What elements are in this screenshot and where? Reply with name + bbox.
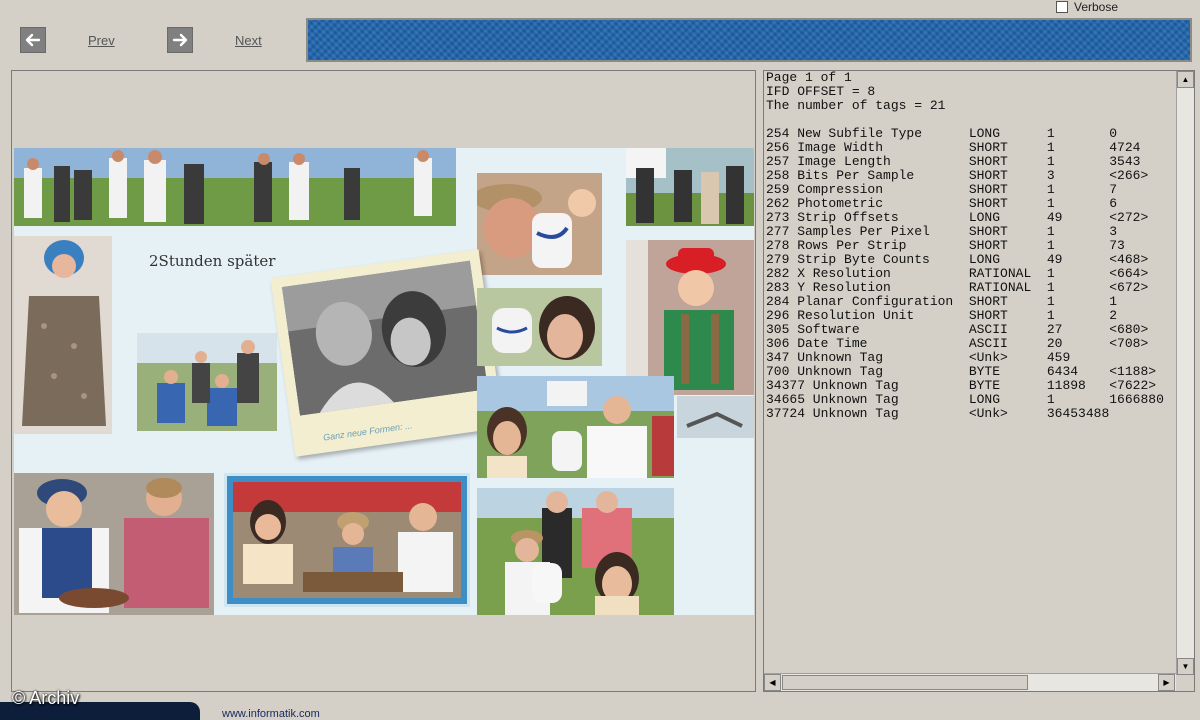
tag-info-text: Page 1 of 1 IFD OFFSET = 8 The number of t… [766,71,1174,671]
tag-row: 262 Photometric SHORT 1 6 [766,196,1118,211]
toolbar: Prev Next Verbose [0,0,1200,68]
arrow-left-icon [25,33,41,47]
verbose-label: Verbose [1074,0,1119,14]
scroll-left-button[interactable]: ◀ [764,674,781,691]
archiv-watermark: © Archiv [12,688,80,708]
tag-row: 296 Resolution Unit SHORT 1 2 [766,308,1118,323]
next-link[interactable]: Next [235,33,262,48]
photo-detail [677,396,754,438]
header-line: Page 1 of 1 [766,71,852,85]
photo-group-field [14,148,456,226]
horizontal-scrollbar[interactable]: ◀ ▶ [764,673,1176,691]
photo-women-peeling [14,473,214,615]
photo-group-toast [477,376,674,478]
verbose-checkbox[interactable]: Verbose [1056,0,1118,14]
photo-group-house [626,148,754,226]
tag-row: 282 X Resolution RATIONAL 1 <664> [766,266,1149,281]
photo-table-group [233,482,461,598]
photo-boy-red-hat [626,240,754,395]
tag-row: 700 Unknown Tag BYTE 6434 <1188> [766,364,1157,379]
photo-collage: 2Stunden später Ganz neue Formen: ... [14,148,754,615]
scroll-up-button[interactable]: ▲ [1177,71,1194,88]
photo-group-pitcher [477,488,674,615]
tag-info-panel: Page 1 of 1 IFD OFFSET = 8 The number of t… [763,70,1195,692]
tag-row: 258 Bits Per Sample SHORT 3 <266> [766,168,1149,183]
tag-row: 277 Samples Per Pixel SHORT 1 3 [766,224,1118,239]
image-preview-panel: 2Stunden später Ganz neue Formen: ... [11,70,756,692]
tag-row: 259 Compression SHORT 1 7 [766,182,1118,197]
checkbox-box[interactable] [1056,1,1068,13]
tag-row: 256 Image Width SHORT 1 4724 [766,140,1141,155]
polaroid-caption: Ganz neue Formen: ... [322,420,414,443]
photo-blue-frame [227,476,467,604]
photo-bw-couple [281,260,489,416]
header-line: IFD OFFSET = 8 [766,84,876,99]
photo-man-drinking [477,173,602,275]
scroll-right-button[interactable]: ▶ [1158,674,1175,691]
collage-caption: 2Stunden später [149,252,276,270]
photo-woman-dress [14,236,112,434]
tag-row: 254 New Subfile Type LONG 1 0 [766,126,1118,141]
tag-row: 305 Software ASCII 27 <680> [766,322,1149,337]
vertical-scrollbar[interactable]: ▲ ▼ [1176,71,1194,675]
tag-row: 278 Rows Per Strip SHORT 1 73 [766,238,1125,253]
photo-seated-group [137,333,277,431]
tag-row: 306 Date Time ASCII 20 <708> [766,336,1149,351]
tag-row: 284 Planar Configuration SHORT 1 1 [766,294,1118,309]
tag-row: 37724 Unknown Tag <Unk> 36453488 [766,406,1118,421]
tag-row: 283 Y Resolution RATIONAL 1 <672> [766,280,1149,295]
website-link[interactable]: www.informatik.com [222,708,320,720]
tag-row: 279 Strip Byte Counts LONG 49 <468> [766,252,1149,267]
header-banner [306,18,1192,62]
tag-row: 34377 Unknown Tag BYTE 11898 <7622> [766,378,1157,393]
polaroid-photo: Ganz neue Formen: ... [270,249,504,457]
photo-woman-drinking [477,288,602,366]
arrow-right-icon [172,33,188,47]
tag-row: 347 Unknown Tag <Unk> 459 [766,350,1110,365]
tag-row: 273 Strip Offsets LONG 49 <272> [766,210,1149,225]
horizontal-scroll-thumb[interactable] [782,675,1028,690]
tag-row: 34665 Unknown Tag LONG 1 1666880 [766,392,1164,407]
prev-link[interactable]: Prev [88,33,115,48]
tag-row: 257 Image Length SHORT 1 3543 [766,154,1141,169]
prev-arrow-button[interactable] [20,27,46,53]
scroll-down-button[interactable]: ▼ [1177,658,1194,675]
next-arrow-button[interactable] [167,27,193,53]
header-line: The number of tags = 21 [766,98,946,113]
